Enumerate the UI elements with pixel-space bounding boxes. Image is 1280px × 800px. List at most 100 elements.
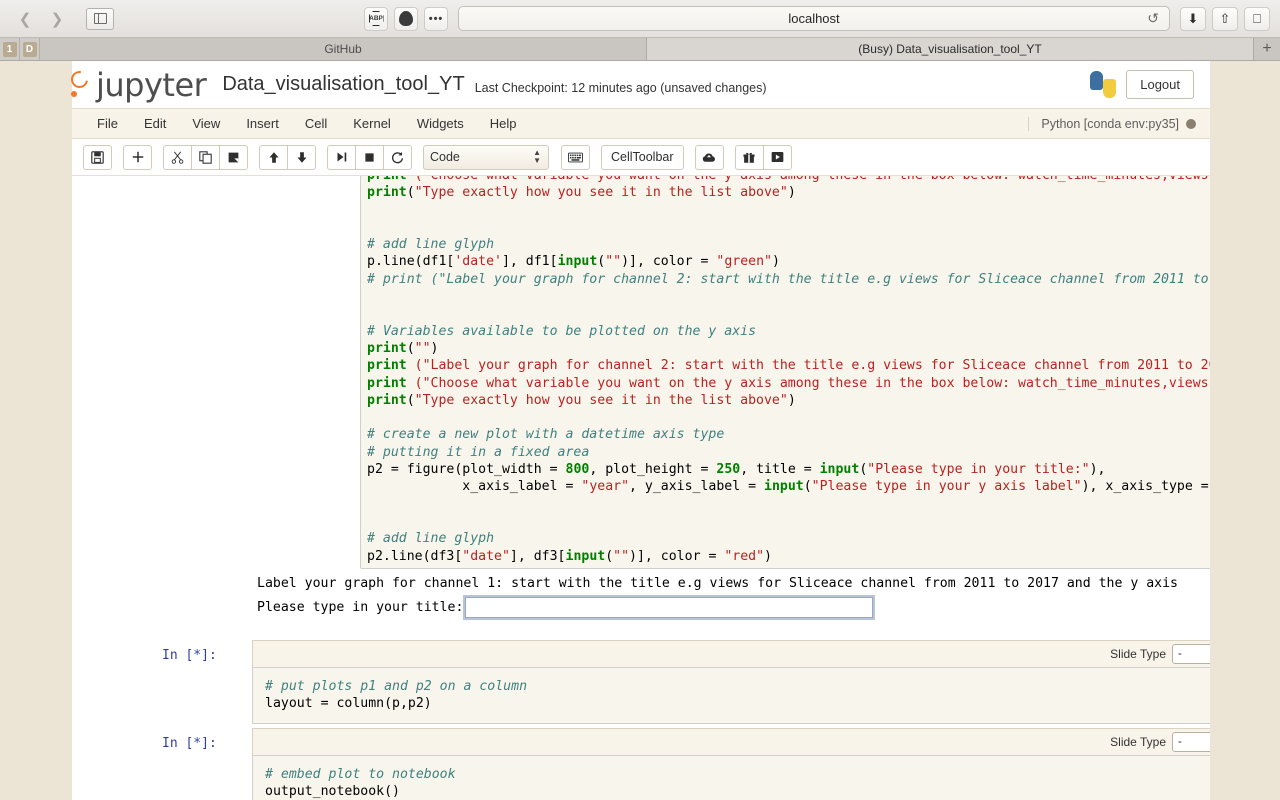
cloud-upload-icon[interactable] — [694, 144, 724, 170]
menu-item-help[interactable]: Help — [477, 112, 530, 135]
downloads-icon[interactable]: ⬇ — [1180, 6, 1206, 31]
cut-cell-button[interactable] — [163, 144, 192, 170]
cell-prompt-output-notebook: In [*]: — [162, 736, 217, 751]
notebook-frame: jupyter Data_visualisation_tool_YT Last … — [67, 61, 1210, 800]
slide-type-value: - — [1178, 648, 1182, 660]
slide-type-label: Slide Type — [1110, 735, 1166, 749]
back-icon[interactable]: ❮ — [10, 7, 40, 31]
cell-toolbar-layout: Slide Type - ▲▼ — [252, 640, 1210, 667]
code-text-layout: # put plots p1 and p2 on a column layout … — [265, 679, 528, 712]
cell-wrapper-layout: Slide Type - ▲▼ # put plots p1 and p2 on… — [252, 640, 1210, 724]
stdin-prompt-label: Please type in your title: — [257, 600, 464, 615]
share-icon[interactable]: ⇧ — [1212, 6, 1238, 31]
menu-item-edit[interactable]: Edit — [131, 112, 179, 135]
paste-cell-button[interactable] — [219, 144, 248, 170]
cell-prompt-layout: In [*]: — [162, 648, 217, 663]
move-cell-down-button[interactable] — [287, 144, 316, 170]
toolbar-group-keyboard — [561, 144, 590, 170]
kernel-name-label: Python [conda env:py35] — [1041, 116, 1179, 131]
notebook-toolbar: Code ▲ ▼ CellToolbar — [72, 139, 1210, 175]
url-text: localhost — [788, 11, 840, 26]
jupyter-logo[interactable]: jupyter — [67, 65, 207, 104]
slide-type-value: - — [1178, 736, 1182, 748]
interrupt-kernel-button[interactable] — [355, 144, 384, 170]
copy-cell-button[interactable] — [191, 144, 220, 170]
menu-item-file[interactable]: File — [84, 112, 131, 135]
move-cell-up-button[interactable] — [259, 144, 288, 170]
toolbar-group-celltoolbar: CellToolbar — [601, 144, 684, 170]
browser-tab-notebook[interactable]: (Busy) Data_visualisation_tool_YT — [647, 38, 1254, 60]
jupyter-logo-icon — [67, 67, 94, 100]
reload-icon[interactable]: ↺ — [1147, 10, 1159, 27]
mini-tab-d[interactable]: D — [20, 38, 40, 60]
kernel-busy-icon — [1186, 118, 1196, 129]
browser-toolbar: ❮ ❯ ABP ••• localhost ↺ ⬇ ⇧ ⎕ — [0, 0, 1280, 38]
notebook-header: jupyter Data_visualisation_tool_YT Last … — [67, 61, 1210, 108]
browser-tab-notebook-label: (Busy) Data_visualisation_tool_YT — [858, 42, 1042, 56]
mini-tab-1-label: 1 — [2, 41, 17, 57]
kernel-indicator[interactable]: Python [conda env:py35] — [1028, 116, 1210, 131]
slide-type-label: Slide Type — [1110, 647, 1166, 661]
cell-wrapper-output-notebook: Slide Type - ▲▼ # embed plot to notebook… — [252, 728, 1210, 800]
adblock-plus-icon[interactable]: ABP — [364, 6, 388, 31]
gift-icon[interactable] — [734, 144, 764, 170]
menu-item-widgets[interactable]: Widgets — [404, 112, 477, 135]
stdin-prompt-row: Please type in your title: — [252, 591, 1210, 620]
keyboard-icon[interactable] — [561, 144, 590, 170]
cell-output-area: Label your graph for channel 1: start wi… — [252, 572, 1210, 620]
browser-tab-bar: 1 D GitHub (Busy) Data_visualisation_too… — [0, 38, 1280, 61]
navigation-buttons: ❮ ❯ — [10, 7, 114, 31]
toolbar-group-edit — [163, 144, 248, 170]
python-kernel-icon — [1090, 71, 1117, 98]
extension-buttons: ABP ••• — [364, 6, 448, 31]
notebook-title[interactable]: Data_visualisation_tool_YT — [222, 73, 464, 96]
cell-type-value: Code — [430, 150, 460, 164]
menu-bar: File Edit View Insert Cell Kernel Widget… — [72, 108, 1210, 139]
forward-icon[interactable]: ❯ — [42, 7, 72, 31]
mini-tab-1[interactable]: 1 — [0, 38, 20, 60]
checkpoint-status: Last Checkpoint: 12 minutes ago (unsaved… — [474, 80, 767, 95]
browser-tab-github[interactable]: GitHub — [40, 38, 647, 60]
new-tab-button[interactable]: + — [1254, 38, 1280, 60]
save-button[interactable] — [83, 144, 112, 170]
page-background: jupyter Data_visualisation_tool_YT Last … — [0, 61, 1280, 800]
sidebar-icon — [93, 13, 107, 24]
stdin-input-field[interactable] — [463, 595, 876, 620]
toolbar-group-run — [327, 144, 412, 170]
sidebar-toggle-button[interactable] — [86, 7, 114, 30]
code-text-output-notebook: # embed plot to notebook output_notebook(… — [265, 767, 456, 800]
logout-button[interactable]: Logout — [1126, 70, 1194, 99]
code-editor-layout[interactable]: # put plots p1 and p2 on a column layout … — [252, 667, 1210, 724]
browser-tab-github-label: GitHub — [324, 42, 362, 56]
header-right-group: Logout — [1090, 70, 1194, 99]
ghostery-icon[interactable] — [394, 6, 418, 31]
notebook-body: print ("Choose what variable you want on… — [72, 175, 1210, 800]
toolbar-group-save — [83, 144, 112, 170]
menu-item-view[interactable]: View — [179, 112, 233, 135]
browser-right-buttons: ⬇ ⇧ ⎕ — [1180, 6, 1270, 31]
celltoolbar-button[interactable]: CellToolbar — [601, 144, 684, 170]
insert-cell-below-button[interactable] — [123, 144, 152, 170]
jupyter-logo-text: jupyter — [96, 65, 207, 104]
restart-kernel-button[interactable] — [383, 144, 412, 170]
show-tabs-icon[interactable]: ⎕ — [1244, 6, 1270, 31]
play-box-icon[interactable] — [762, 144, 792, 170]
toolbar-group-cloud — [694, 144, 724, 170]
slide-type-select[interactable]: - ▲▼ — [1172, 644, 1210, 664]
menu-item-cell[interactable]: Cell — [292, 112, 340, 135]
menu-item-kernel[interactable]: Kernel — [340, 112, 404, 135]
toolbar-group-insert — [123, 144, 152, 170]
toolbar-group-move — [259, 144, 316, 170]
code-editor-top[interactable]: print ("Choose what variable you want on… — [360, 176, 1210, 569]
cell-type-select[interactable]: Code ▲ ▼ — [423, 144, 549, 170]
code-editor-output-notebook[interactable]: # embed plot to notebook output_notebook(… — [252, 755, 1210, 800]
toolbar-group-extras — [734, 144, 792, 170]
cell-toolbar-output-notebook: Slide Type - ▲▼ — [252, 728, 1210, 755]
menu-item-insert[interactable]: Insert — [233, 112, 292, 135]
output-text: Label your graph for channel 1: start wi… — [257, 576, 1178, 591]
slide-type-select[interactable]: - ▲▼ — [1172, 732, 1210, 752]
run-cell-button[interactable] — [327, 144, 356, 170]
address-bar[interactable]: localhost ↺ — [458, 6, 1170, 31]
overflow-menu-icon[interactable]: ••• — [424, 6, 448, 31]
chevron-updown-icon: ▲ ▼ — [533, 148, 541, 165]
